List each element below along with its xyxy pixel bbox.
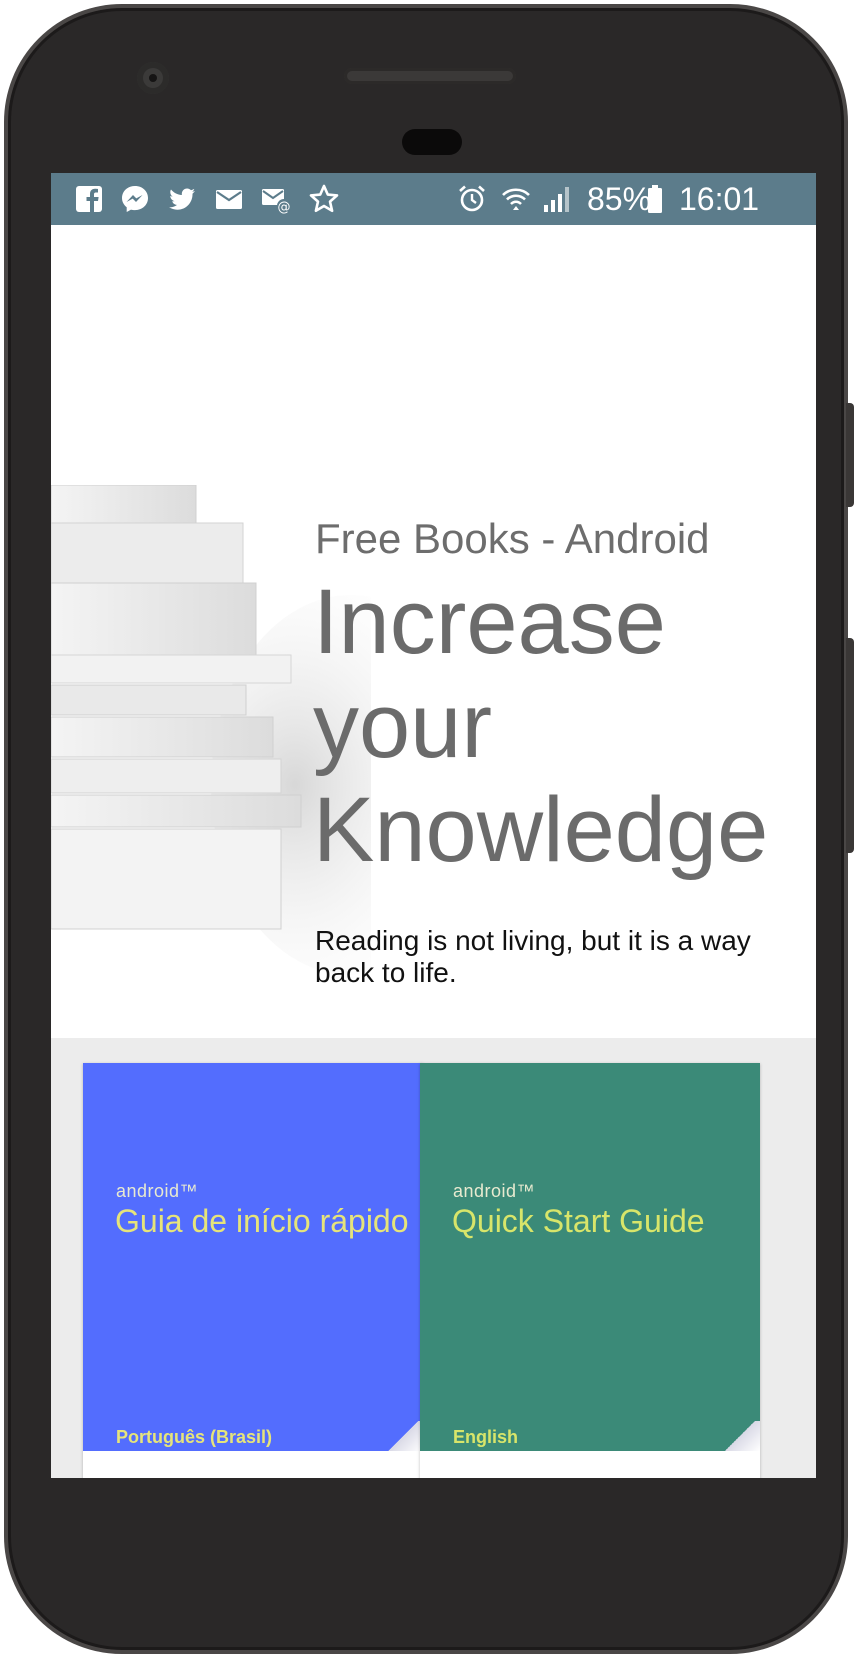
book-card[interactable]: android™ Guia de início rápido Português… <box>83 1063 423 1478</box>
book-cover: android™ Guia de início rápido Português… <box>83 1063 423 1451</box>
screen: @ 85% 16:01 Free Books - Android Increas… <box>51 173 816 1478</box>
volume-button <box>846 403 854 507</box>
power-button <box>846 638 854 853</box>
phone-frame: @ 85% 16:01 Free Books - Android Increas… <box>4 4 854 1654</box>
front-camera <box>137 62 169 94</box>
hero-title-line: Knowledge <box>313 779 769 881</box>
hero-quote: Reading is not living, but it is a way b… <box>315 925 751 988</box>
page-curl <box>383 1421 423 1451</box>
hero-title-line: your <box>313 675 492 777</box>
hero-title: Increase your Knowledge <box>313 570 813 882</box>
book-brand: android™ <box>116 1181 199 1201</box>
book-grid: android™ Guia de início rápido Português… <box>51 1038 816 1478</box>
battery-icon <box>648 185 662 213</box>
book-cover: android™ Quick Start Guide English <box>420 1063 760 1451</box>
twitter-icon <box>169 188 195 210</box>
mail-icon <box>216 190 242 209</box>
status-time: 16:01 <box>679 181 760 217</box>
book-title: Quick Start Guide <box>452 1203 705 1239</box>
proximity-sensor <box>402 129 462 155</box>
email-at-icon: @ <box>262 189 291 215</box>
facebook-icon <box>76 186 102 212</box>
book-brand: android™ <box>453 1181 536 1201</box>
signal-icon <box>544 187 569 212</box>
book-language: Português (Brasil) <box>116 1427 273 1447</box>
alarm-icon <box>459 185 485 212</box>
book-language: English <box>453 1427 519 1447</box>
star-icon <box>309 184 339 213</box>
svg-text:@: @ <box>278 200 291 215</box>
status-bar: @ 85% 16:01 <box>51 173 816 225</box>
page-curl <box>720 1421 760 1451</box>
book-title: Guia de início rápido <box>115 1203 409 1239</box>
earpiece-speaker <box>344 68 516 84</box>
messenger-icon <box>122 186 148 212</box>
hero-title-line: Increase <box>313 571 666 673</box>
app-subtitle: Free Books - Android <box>315 515 710 562</box>
wifi-icon <box>502 188 530 210</box>
book-card[interactable]: android™ Quick Start Guide English <box>420 1063 760 1478</box>
